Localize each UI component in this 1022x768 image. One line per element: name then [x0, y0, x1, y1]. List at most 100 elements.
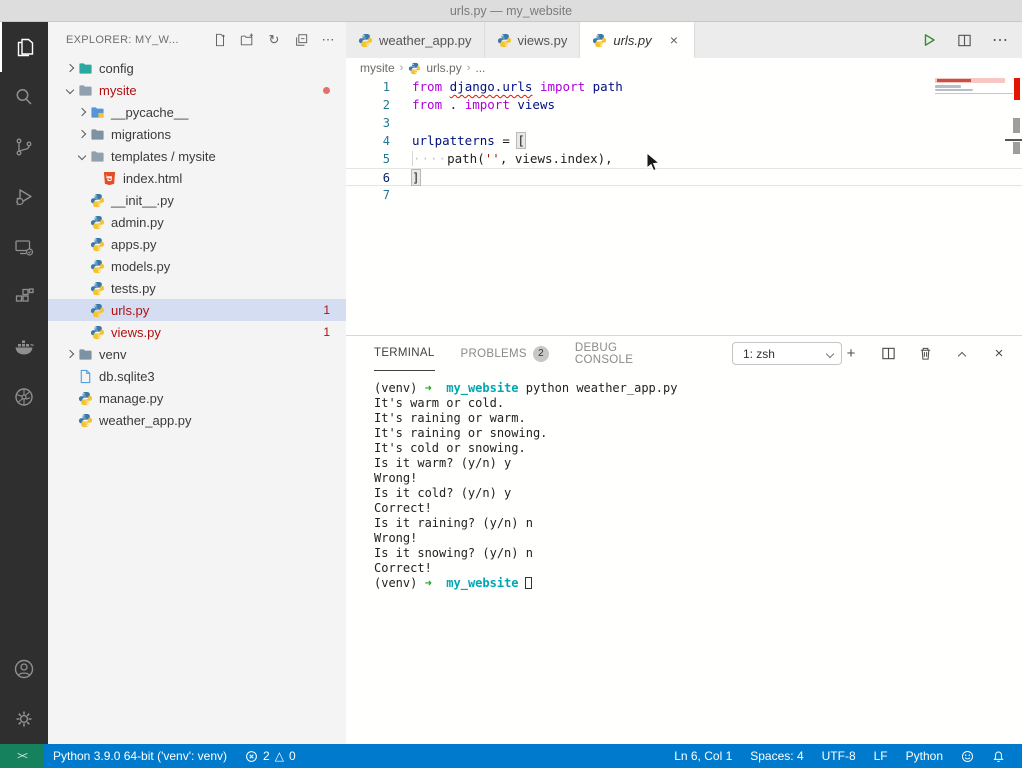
tab-weather-app-py[interactable]: weather_app.py: [346, 22, 485, 58]
python-file-icon: [90, 303, 108, 318]
breadcrumb-file[interactable]: urls.py: [426, 61, 461, 75]
explorer-icon[interactable]: [0, 22, 48, 72]
docker-icon[interactable]: [0, 322, 48, 372]
tab-problems[interactable]: PROBLEMS2: [461, 336, 549, 371]
remote-indicator[interactable]: ><: [0, 744, 44, 768]
tree-item-migrations[interactable]: migrations: [48, 123, 346, 145]
tree-item-venv[interactable]: venv: [48, 343, 346, 365]
panel-header: TERMINAL PROBLEMS2 DEBUG CONSOLE 1: zsh …: [346, 336, 1022, 371]
line-number: 5: [346, 150, 390, 168]
run-file-icon[interactable]: [921, 32, 937, 48]
tree-item-urls-py[interactable]: urls.py 1: [48, 299, 346, 321]
chevron-down-icon: [826, 349, 834, 357]
close-tab-icon[interactable]: ×: [666, 32, 682, 48]
language-mode-status[interactable]: Python: [897, 744, 952, 768]
breadcrumb-separator: ›: [467, 62, 471, 74]
split-editor-icon[interactable]: [957, 33, 972, 48]
new-terminal-icon[interactable]: +: [842, 345, 860, 363]
window-title: urls.py — my_website: [450, 4, 572, 18]
chevron-right-icon[interactable]: [62, 65, 78, 71]
extensions-icon[interactable]: [0, 272, 48, 322]
tree-item-manage-py[interactable]: manage.py: [48, 387, 346, 409]
cursor-position-status[interactable]: Ln 6, Col 1: [665, 744, 741, 768]
code-line-current: 6 ]: [346, 168, 1022, 186]
tree-item-label: mysite: [99, 83, 137, 98]
whitespace-dots: ····: [412, 151, 447, 166]
more-actions-icon[interactable]: ⋯: [320, 32, 336, 48]
python-file-icon: [497, 33, 512, 48]
chevron-right-icon[interactable]: [74, 131, 90, 137]
error-circle-icon: [245, 750, 258, 763]
tree-item-views-py[interactable]: views.py 1: [48, 321, 346, 343]
tree-item-models-py[interactable]: models.py: [48, 255, 346, 277]
breadcrumb-separator: ›: [400, 62, 404, 74]
eol-status[interactable]: LF: [865, 744, 897, 768]
tree-item-index-html[interactable]: index.html: [48, 167, 346, 189]
source-control-icon[interactable]: [0, 122, 48, 172]
python-file-icon: [90, 281, 108, 296]
tree-item-mysite[interactable]: mysite: [48, 79, 346, 101]
split-terminal-icon[interactable]: [879, 345, 897, 363]
tree-item-label: db.sqlite3: [99, 369, 155, 384]
chevron-down-icon[interactable]: [74, 153, 90, 159]
python-file-icon: [90, 325, 108, 340]
problems-status[interactable]: 2 △ 0: [236, 744, 305, 768]
code-line: 5 ····path('', views.index),: [346, 150, 1022, 168]
tree-item-admin-py[interactable]: admin.py: [48, 211, 346, 233]
tree-item-templates-mysite[interactable]: templates / mysite: [48, 145, 346, 167]
maximize-panel-icon[interactable]: [953, 345, 971, 363]
overview-ruler[interactable]: [1005, 78, 1022, 335]
kill-terminal-icon[interactable]: [916, 345, 934, 363]
indentation-status[interactable]: Spaces: 4: [741, 744, 812, 768]
terminal-shell-select[interactable]: 1: zsh: [732, 342, 842, 365]
terminal-line: Correct!: [374, 561, 1022, 576]
activity-bar: [0, 22, 48, 744]
more-actions-icon[interactable]: ⋯: [992, 30, 1008, 50]
collapse-folders-icon[interactable]: [293, 32, 309, 48]
problems-count-badge: 1: [323, 303, 330, 317]
python-file-icon: [90, 237, 108, 252]
refresh-icon[interactable]: ↻: [266, 32, 282, 48]
notifications-bell-icon[interactable]: [983, 744, 1014, 768]
code-editor[interactable]: 1 from django.urls import path 2 from . …: [346, 78, 1022, 335]
file-tree: config mysite __pycache__ migrations: [48, 57, 346, 431]
terminal-command: python weather_app.py: [519, 381, 678, 395]
kubernetes-icon[interactable]: [0, 372, 48, 422]
tab-terminal[interactable]: TERMINAL: [374, 336, 435, 371]
account-icon[interactable]: [0, 644, 48, 694]
editor-actions: ⋯: [921, 22, 1022, 58]
new-folder-icon[interactable]: [239, 32, 255, 48]
remote-explorer-icon[interactable]: [0, 222, 48, 272]
tab-debug-console[interactable]: DEBUG CONSOLE: [575, 336, 650, 371]
chevron-right-icon[interactable]: [62, 351, 78, 357]
tree-item-init-py[interactable]: __init__.py: [48, 189, 346, 211]
terminal-line: Is it cold? (y/n) y: [374, 486, 1022, 501]
breadcrumb-symbol[interactable]: ...: [475, 61, 485, 75]
python-file-icon: [90, 259, 108, 274]
python-interpreter-status[interactable]: Python 3.9.0 64-bit ('venv': venv): [44, 744, 236, 768]
tree-item-apps-py[interactable]: apps.py: [48, 233, 346, 255]
breadcrumb-folder[interactable]: mysite: [360, 61, 395, 75]
chevron-down-icon[interactable]: [62, 87, 78, 93]
shell-select-value: 1: zsh: [743, 347, 775, 361]
new-file-icon[interactable]: [212, 32, 228, 48]
close-panel-icon[interactable]: ×: [990, 345, 1008, 363]
tree-item-weather-app-py[interactable]: weather_app.py: [48, 409, 346, 431]
tree-item-config[interactable]: config: [48, 57, 346, 79]
run-debug-icon[interactable]: [0, 172, 48, 222]
search-icon[interactable]: [0, 72, 48, 122]
tab-views-py[interactable]: views.py: [485, 22, 581, 58]
tree-item-tests-py[interactable]: tests.py: [48, 277, 346, 299]
feedback-icon[interactable]: [952, 744, 983, 768]
tree-item-label: urls.py: [111, 303, 149, 318]
prompt-arrow: ➜: [425, 576, 432, 590]
tree-item-pycache[interactable]: __pycache__: [48, 101, 346, 123]
tree-item-db-sqlite3[interactable]: db.sqlite3: [48, 365, 346, 387]
settings-gear-icon[interactable]: [0, 694, 48, 744]
tab-urls-py[interactable]: urls.py ×: [580, 22, 694, 58]
folder-icon: [78, 83, 96, 98]
minimap[interactable]: [935, 78, 1005, 335]
chevron-right-icon[interactable]: [74, 109, 90, 115]
terminal-output[interactable]: (venv) ➜ my_website python weather_app.p…: [346, 371, 1022, 744]
encoding-status[interactable]: UTF-8: [813, 744, 865, 768]
